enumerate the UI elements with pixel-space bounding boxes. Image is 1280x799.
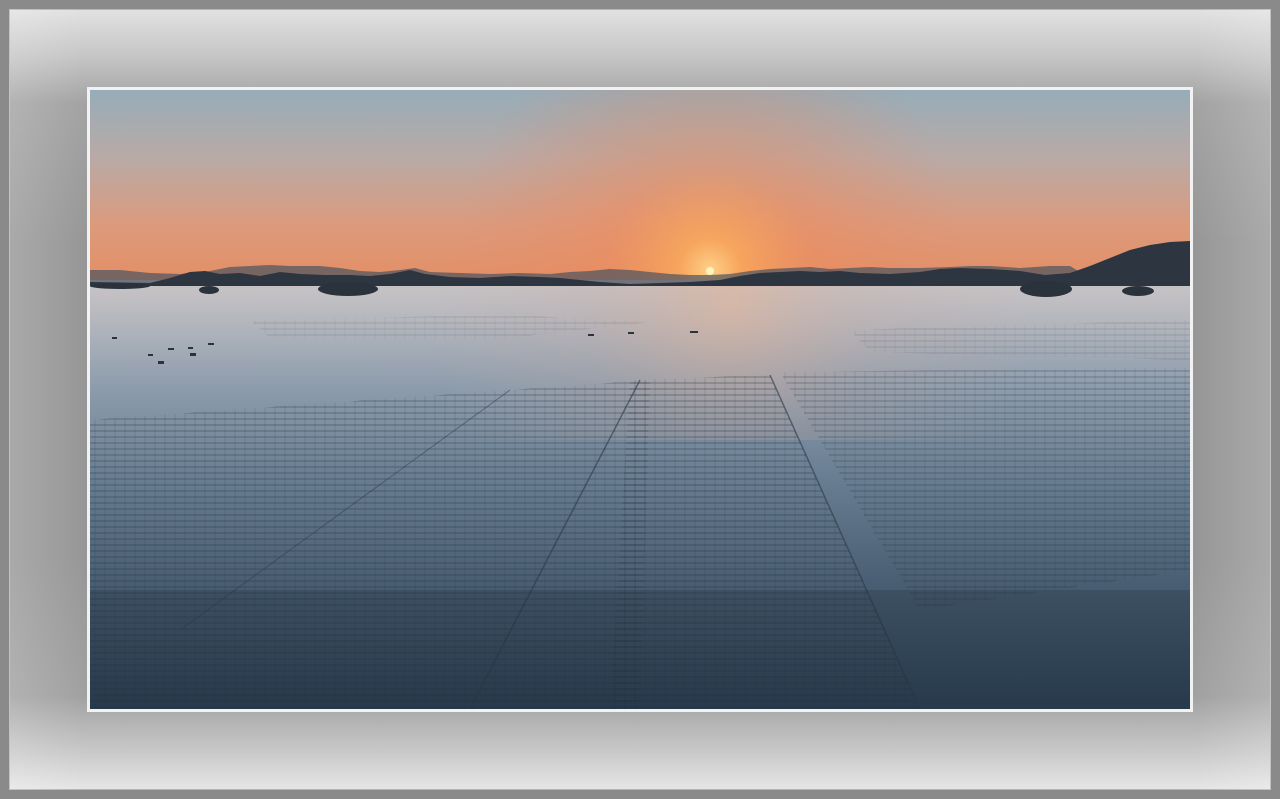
- sunset-photo: [90, 90, 1190, 709]
- sun: [706, 267, 714, 275]
- sunset-scene: [90, 90, 1190, 709]
- islet: [90, 283, 150, 289]
- sun-glow: [90, 90, 1190, 285]
- islet: [1122, 286, 1154, 296]
- foreground-shade: [90, 590, 1190, 709]
- islet: [199, 286, 219, 294]
- picture-frame: [0, 0, 1280, 799]
- islet: [1020, 281, 1072, 297]
- islet: [318, 282, 378, 296]
